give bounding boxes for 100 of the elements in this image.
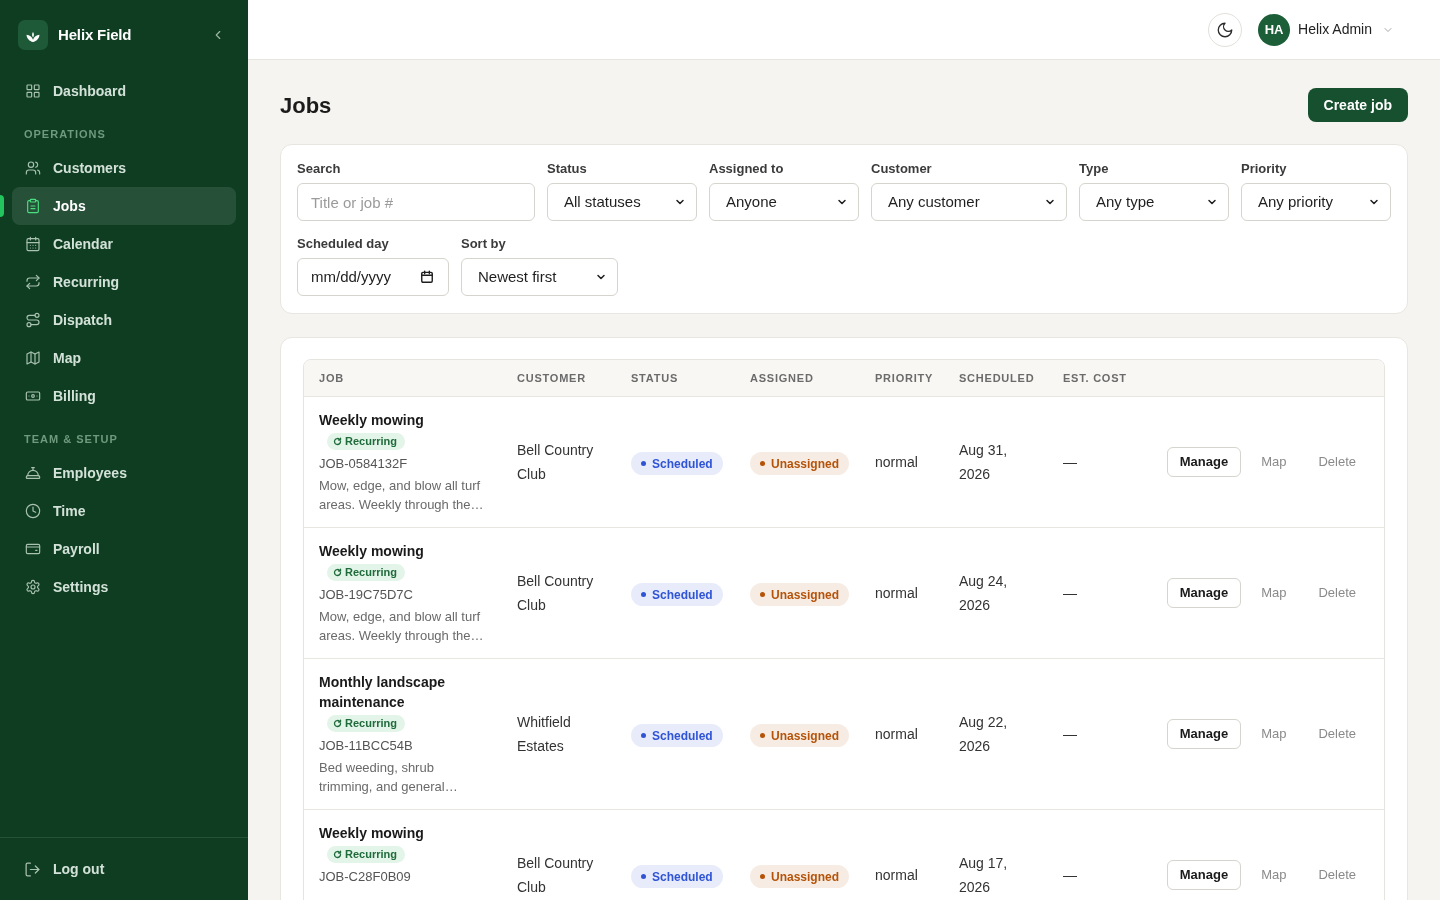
cost-text: — xyxy=(1063,585,1077,601)
select-field[interactable]: Newest first xyxy=(461,258,618,296)
manage-button[interactable]: Manage xyxy=(1166,719,1242,749)
clipboard-icon xyxy=(25,198,41,214)
field-label: Search xyxy=(297,160,342,177)
create-job-button[interactable]: Create job xyxy=(1307,88,1408,122)
status-pill: Scheduled xyxy=(631,724,723,747)
tag-text: Recurring xyxy=(345,565,397,581)
job-number: JOB-C28F0B09 xyxy=(319,868,411,886)
priority-text: normal xyxy=(875,726,918,742)
nav-item[interactable]: Map xyxy=(12,339,236,377)
customer-name: Bell Country Club xyxy=(517,573,594,613)
job-title: Weekly mowing xyxy=(319,542,424,561)
manage-button[interactable]: Manage xyxy=(1166,447,1242,477)
nav-item[interactable]: Calendar xyxy=(12,225,236,263)
column-header: CUSTOMER xyxy=(516,370,587,386)
calendar-icon xyxy=(25,236,41,252)
nav-item[interactable]: Dashboard xyxy=(12,72,236,110)
user-menu-button[interactable]: HA Helix Admin xyxy=(1258,13,1394,46)
logout-icon xyxy=(24,860,41,878)
settings-icon xyxy=(25,579,41,595)
logout-link[interactable]: Log out xyxy=(12,850,236,888)
assignee-pill: Unassigned xyxy=(750,452,849,475)
column-header: PRIORITY xyxy=(874,370,935,386)
field-label: Scheduled day xyxy=(297,235,390,252)
nav-item[interactable]: Recurring xyxy=(12,263,236,301)
nav-item[interactable]: Payroll xyxy=(12,530,236,568)
route-icon xyxy=(25,312,41,328)
tag-text: Recurring xyxy=(345,716,397,732)
column-header: SCHEDULED xyxy=(958,370,1036,386)
field-label: Status xyxy=(547,160,588,177)
scheduled-date: Aug 31, 2026 xyxy=(959,442,1008,482)
column-header: ASSIGNED xyxy=(749,370,815,386)
scheduled-date: Aug 22, 2026 xyxy=(959,714,1008,754)
page-title: Jobs xyxy=(280,91,332,120)
nav-item[interactable]: Settings xyxy=(12,568,236,606)
tag-text: Recurring xyxy=(345,434,397,450)
section-heading: TEAM & SETUP xyxy=(23,432,119,446)
moon-icon xyxy=(1216,20,1235,39)
field-label: Assigned to xyxy=(709,160,785,177)
nav-item[interactable]: Customers xyxy=(12,149,236,187)
refresh-icon xyxy=(333,719,342,728)
refresh-icon xyxy=(333,437,342,446)
nav-item[interactable]: Billing xyxy=(12,377,236,415)
refresh-icon xyxy=(333,850,342,859)
customer-name: Whitfield Estates xyxy=(517,714,571,754)
nav-item[interactable]: Employees xyxy=(12,454,236,492)
status-pill: Scheduled xyxy=(631,452,723,475)
nav-item[interactable]: Time xyxy=(12,492,236,530)
customer-name: Bell Country Club xyxy=(517,442,594,482)
status-pill: Scheduled xyxy=(631,865,723,888)
avatar: HA xyxy=(1258,13,1291,46)
grid-icon xyxy=(25,83,41,99)
tag-text: Recurring xyxy=(345,847,397,863)
cost-text: — xyxy=(1063,726,1077,742)
wallet-icon xyxy=(25,541,41,557)
brand-name: Helix Field xyxy=(58,24,132,45)
select-field[interactable]: Any priority xyxy=(1241,183,1391,221)
bell-icon xyxy=(25,465,41,481)
nav-item[interactable]: Dispatch xyxy=(12,301,236,339)
job-description: Bed weeding, shrub trimming, and general… xyxy=(319,759,459,796)
assignee-pill: Unassigned xyxy=(750,724,849,747)
column-header: EST. COST xyxy=(1062,370,1128,386)
repeat-icon xyxy=(25,274,41,290)
priority-text: normal xyxy=(875,867,918,883)
job-description: Mow, edge, and blow all turf areas. Weekly through the… xyxy=(319,477,485,514)
select-field[interactable]: Any customer xyxy=(871,183,1067,221)
map-button[interactable]: Map xyxy=(1249,719,1299,749)
date-field[interactable]: mm/dd/yyyy xyxy=(297,258,449,296)
map-button[interactable]: Map xyxy=(1249,578,1299,608)
map-button[interactable]: Map xyxy=(1249,447,1299,477)
map-button[interactable]: Map xyxy=(1249,860,1299,890)
refresh-icon xyxy=(333,568,342,577)
manage-button[interactable]: Manage xyxy=(1166,578,1242,608)
select-field[interactable]: All statuses xyxy=(547,183,697,221)
select-field[interactable]: Anyone xyxy=(709,183,859,221)
cost-text: — xyxy=(1063,867,1077,883)
assignee-pill: Unassigned xyxy=(750,583,849,606)
sprout-logo-icon xyxy=(18,20,48,50)
job-description: Mow, edge, and blow all turf areas. Weekly through the… xyxy=(319,608,485,645)
job-title: Monthly landscape maintenance xyxy=(319,673,447,712)
field-label: Type xyxy=(1079,160,1110,177)
map-icon xyxy=(25,350,41,366)
column-header: STATUS xyxy=(630,370,679,386)
job-title: Weekly mowing xyxy=(319,824,424,843)
field-label: Sort by xyxy=(461,235,507,252)
search-field[interactable]: Title or job # xyxy=(297,183,535,221)
people-icon xyxy=(25,160,41,176)
job-number: JOB-0584132F xyxy=(319,455,408,473)
job-number: JOB-19C75D7C xyxy=(319,586,413,604)
select-field[interactable]: Any type xyxy=(1079,183,1229,221)
status-pill: Scheduled xyxy=(631,583,723,606)
manage-button[interactable]: Manage xyxy=(1166,860,1242,890)
priority-text: normal xyxy=(875,454,918,470)
section-heading: OPERATIONS xyxy=(23,127,107,141)
customer-name: Bell Country Club xyxy=(517,855,594,895)
job-number: JOB-11BCC54B xyxy=(319,737,413,755)
cost-text: — xyxy=(1063,454,1077,470)
clock-icon xyxy=(25,503,41,519)
column-header: JOB xyxy=(318,370,345,386)
